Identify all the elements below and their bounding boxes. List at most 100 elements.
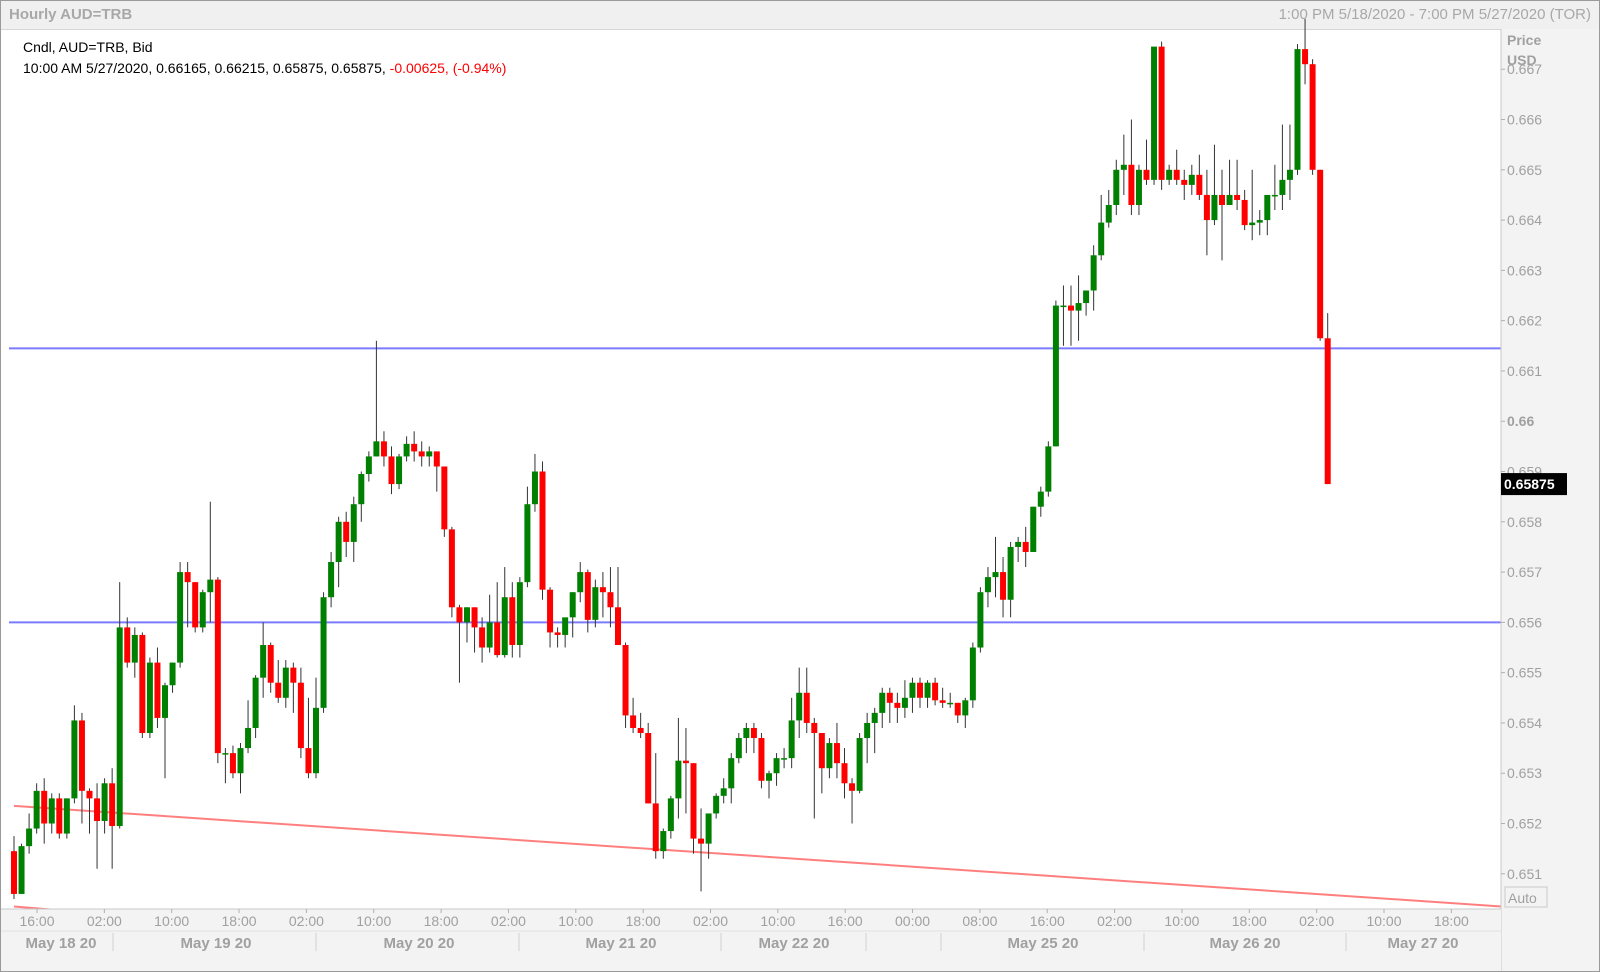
candle-body <box>1309 64 1316 170</box>
candle-body <box>652 803 659 852</box>
candle <box>1203 169 1210 256</box>
candle-body <box>63 798 70 834</box>
candle-body <box>154 662 161 718</box>
date-label: May 21 20 <box>586 935 657 952</box>
candle <box>1173 149 1180 185</box>
candle-body <box>758 738 765 781</box>
candle-body <box>1249 222 1256 226</box>
candle <box>630 697 637 733</box>
candle <box>358 471 365 522</box>
candle <box>758 733 765 789</box>
candle-body <box>494 622 501 656</box>
candle-body <box>1264 194 1271 221</box>
candle <box>879 687 886 728</box>
y-tick-label: 0.665 <box>1507 162 1542 178</box>
candle-body <box>962 700 969 716</box>
candle <box>350 496 357 563</box>
candle-body <box>637 727 644 733</box>
candle-body <box>1151 46 1158 180</box>
candle-body <box>592 587 599 620</box>
candle-body <box>456 607 463 623</box>
candle <box>63 798 70 839</box>
candle-body <box>509 597 516 645</box>
date-label: May 25 20 <box>1008 935 1079 952</box>
candle-body <box>320 597 327 708</box>
candle-body <box>365 456 372 475</box>
candle-body <box>1271 194 1278 197</box>
y-tick-label: 0.652 <box>1507 816 1542 832</box>
candle <box>471 607 478 653</box>
candle <box>690 763 697 854</box>
candle-body <box>411 443 418 452</box>
candle-body <box>11 851 17 894</box>
candle-body <box>1196 174 1203 195</box>
candle <box>116 582 123 829</box>
candle-body <box>1286 169 1293 180</box>
candle <box>818 733 825 794</box>
candle <box>773 753 780 786</box>
candle-body <box>516 582 523 645</box>
candle <box>901 680 908 718</box>
candle <box>1234 159 1241 211</box>
candle <box>1105 189 1112 228</box>
candle-body <box>1000 572 1007 600</box>
x-tick-label: 18:00 <box>1434 913 1469 929</box>
candle <box>199 589 206 633</box>
candle-body <box>86 790 93 799</box>
candle <box>1098 194 1105 261</box>
candle-body <box>26 828 33 847</box>
candle-body <box>856 738 863 791</box>
candle <box>826 738 833 779</box>
x-tick-label: 08:00 <box>962 913 997 929</box>
candle-body <box>245 727 252 749</box>
candle <box>177 562 184 668</box>
candle-body <box>705 813 712 844</box>
candle-body <box>524 504 531 583</box>
candle-body <box>282 667 289 698</box>
candle <box>1060 285 1067 346</box>
candle-body <box>139 634 146 733</box>
candle <box>569 592 576 638</box>
candle <box>1045 441 1052 497</box>
candle <box>396 453 403 490</box>
candle-body <box>373 441 380 457</box>
candle-body <box>199 592 206 628</box>
candle-body <box>1234 194 1241 200</box>
candle <box>969 642 976 708</box>
candle <box>237 743 244 794</box>
candle-body <box>1105 205 1112 223</box>
candle <box>433 451 440 492</box>
date-label: May 18 20 <box>26 935 97 952</box>
candle-body <box>547 589 554 633</box>
candle <box>735 733 742 764</box>
candle <box>728 753 735 804</box>
candle <box>547 587 554 648</box>
candle-body <box>441 466 448 530</box>
candle-body <box>71 720 78 799</box>
candle-body <box>984 577 991 593</box>
candle <box>660 828 667 859</box>
candle <box>1324 313 1331 485</box>
price-chart[interactable]: PriceUSD0.6510.6520.6530.6540.6550.6560.… <box>1 1 1599 971</box>
y-tick-label: 0.651 <box>1507 866 1542 882</box>
candle <box>1271 164 1278 211</box>
candle-body <box>78 720 85 791</box>
candle <box>781 748 788 769</box>
candle <box>1083 290 1090 316</box>
candle <box>313 677 319 779</box>
candle <box>1068 285 1074 346</box>
candle-body <box>713 795 720 814</box>
candle <box>184 562 191 628</box>
candle <box>426 446 433 467</box>
candle <box>411 431 418 462</box>
candle-body <box>1075 303 1082 311</box>
candle <box>1037 486 1044 517</box>
candle <box>48 793 55 834</box>
candle-body <box>917 682 923 698</box>
candle-body <box>781 758 788 760</box>
candle-body <box>743 727 750 739</box>
candle <box>1196 154 1203 200</box>
x-tick-label: 18:00 <box>424 913 459 929</box>
candle <box>977 587 984 653</box>
chart-legend: Cndl, AUD=TRB, Bid 10:00 AM 5/27/2020, 0… <box>23 37 506 79</box>
